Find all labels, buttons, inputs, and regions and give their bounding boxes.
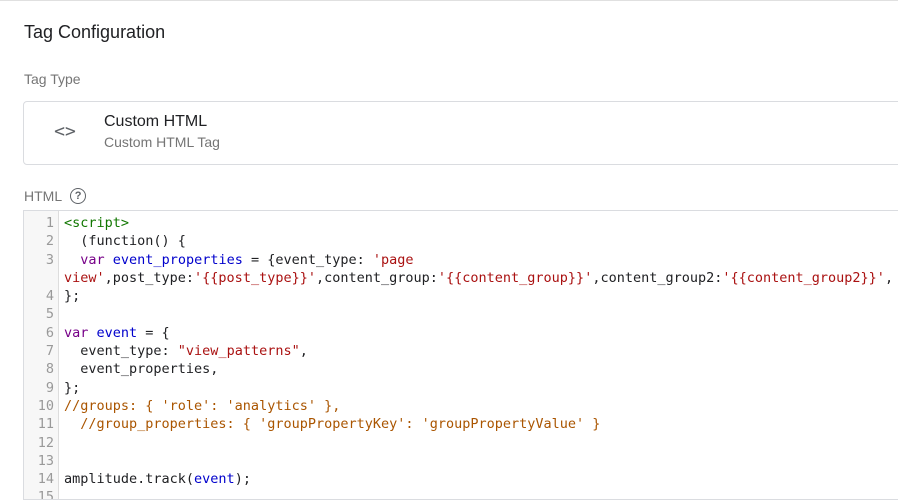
code-token: event_type: xyxy=(64,343,178,360)
code-line: 10 //groups: { 'role': 'analytics' }, xyxy=(24,397,898,415)
code-line-text: (function() { xyxy=(60,232,186,250)
code-line: 7 event_type: "view_patterns", xyxy=(24,342,898,360)
line-number: 4 xyxy=(45,288,54,305)
code-line-text: var event_properties = {event_type: 'pag… xyxy=(60,251,414,269)
tag-type-description: Custom HTML Tag xyxy=(104,134,220,150)
code-token: event xyxy=(194,471,235,488)
code-token: var xyxy=(80,251,105,268)
code-line: 8 event_properties, xyxy=(24,360,898,378)
code-line: 15 xyxy=(24,488,898,500)
line-number: 7 xyxy=(45,343,54,360)
code-content[interactable]: 1 <script> 2 (function() {3 var event_prop… xyxy=(24,214,898,500)
line-number: 14 xyxy=(37,471,54,488)
code-token: event xyxy=(96,324,138,341)
line-number: 15 xyxy=(37,489,54,500)
code-token: '{{content_group2}}' xyxy=(722,269,885,286)
code-line-text: //group_properties: { 'groupPropertyKey'… xyxy=(60,415,600,433)
code-token: amplitude.track( xyxy=(64,471,195,488)
line-number: 1 xyxy=(45,215,54,231)
code-token: var xyxy=(64,324,89,341)
code-line: 12 xyxy=(24,434,898,452)
code-line-text: event_properties, xyxy=(60,360,218,378)
code-line-text: var event = { xyxy=(60,324,170,342)
code-token: event_properties xyxy=(112,251,243,268)
code-token: ,post_type: xyxy=(104,269,195,286)
code-line: 13 xyxy=(24,452,898,470)
code-line: 14 amplitude.track(event); xyxy=(24,470,898,488)
code-token: view' xyxy=(64,269,105,286)
code-token: }; xyxy=(64,379,81,396)
code-line: 5 xyxy=(24,305,898,323)
code-line-text: //groups: { 'role': 'analytics' }, xyxy=(60,397,340,415)
line-number: 5 xyxy=(45,306,54,323)
tag-type-name: Custom HTML xyxy=(104,113,208,130)
code-token: , xyxy=(299,343,308,360)
code-line-text: }; xyxy=(60,379,80,397)
code-line: 11 //group_properties: { 'groupPropertyK… xyxy=(24,415,898,433)
code-token: ,content_group: xyxy=(315,269,438,286)
line-number: 6 xyxy=(45,324,54,341)
code-token: , xyxy=(884,269,894,286)
code-line-text: view',post_type:'{{post_type}}',content_… xyxy=(60,269,893,287)
help-icon[interactable]: ? xyxy=(70,188,87,204)
code-line: view',post_type:'{{post_type}}',content_… xyxy=(24,269,898,287)
code-token: ,content_group2: xyxy=(592,269,723,286)
code-line-text: amplitude.track(event); xyxy=(60,470,251,488)
code-line-text: }; xyxy=(60,287,80,305)
code-token: //group_properties: { 'groupPropertyKey'… xyxy=(64,416,601,433)
line-number xyxy=(24,269,60,287)
panel-title: Tag Configuration xyxy=(24,22,166,42)
code-token: 'page xyxy=(372,251,414,268)
code-token: "view_patterns" xyxy=(177,343,300,360)
tag-type-label: Tag Type xyxy=(24,71,81,87)
code-line: 9}; xyxy=(24,379,898,397)
code-token: = { xyxy=(137,324,170,341)
html-label-text: HTML xyxy=(24,188,63,204)
line-number: 8 xyxy=(45,361,54,378)
code-token: <script> xyxy=(64,215,130,231)
code-line-text: <script> xyxy=(60,214,129,232)
code-token: '{{content_group}}' xyxy=(437,269,593,286)
code-token: = {event_type: xyxy=(242,251,373,268)
line-number: 2 xyxy=(45,233,54,250)
code-line-text: event_type: "view_patterns", xyxy=(60,342,308,360)
code-token: //groups: { 'role': 'analytics' }, xyxy=(64,397,341,414)
line-number: 11 xyxy=(37,416,54,433)
code-token: ); xyxy=(234,471,251,488)
line-number: 9 xyxy=(45,379,54,396)
line-number: 13 xyxy=(37,452,54,469)
tag-configuration-panel: Tag Configuration Tag Type <> Custom HTM… xyxy=(0,0,898,500)
code-icon: <> xyxy=(54,120,76,142)
code-token: '{{post_type}}' xyxy=(194,269,316,286)
tag-type-selector[interactable] xyxy=(23,101,898,165)
line-number: 3 xyxy=(45,251,54,268)
html-field-label: HTML ? xyxy=(24,188,87,204)
code-line: 4}; xyxy=(24,287,898,305)
code-line: 6 var event = { xyxy=(24,324,898,342)
code-line: 2 (function() { xyxy=(24,232,898,250)
html-code-editor[interactable]: 1 <script> 2 (function() {3 var event_prop… xyxy=(23,210,898,500)
code-line: 1 <script> xyxy=(24,214,898,232)
line-number: 10 xyxy=(37,397,54,414)
line-number: 12 xyxy=(37,434,54,451)
code-token: }; xyxy=(64,288,81,305)
code-token: (function() { xyxy=(64,233,186,250)
code-token: event_properties, xyxy=(64,361,219,378)
code-line: 3 var event_properties = {event_type: 'p… xyxy=(24,251,898,269)
